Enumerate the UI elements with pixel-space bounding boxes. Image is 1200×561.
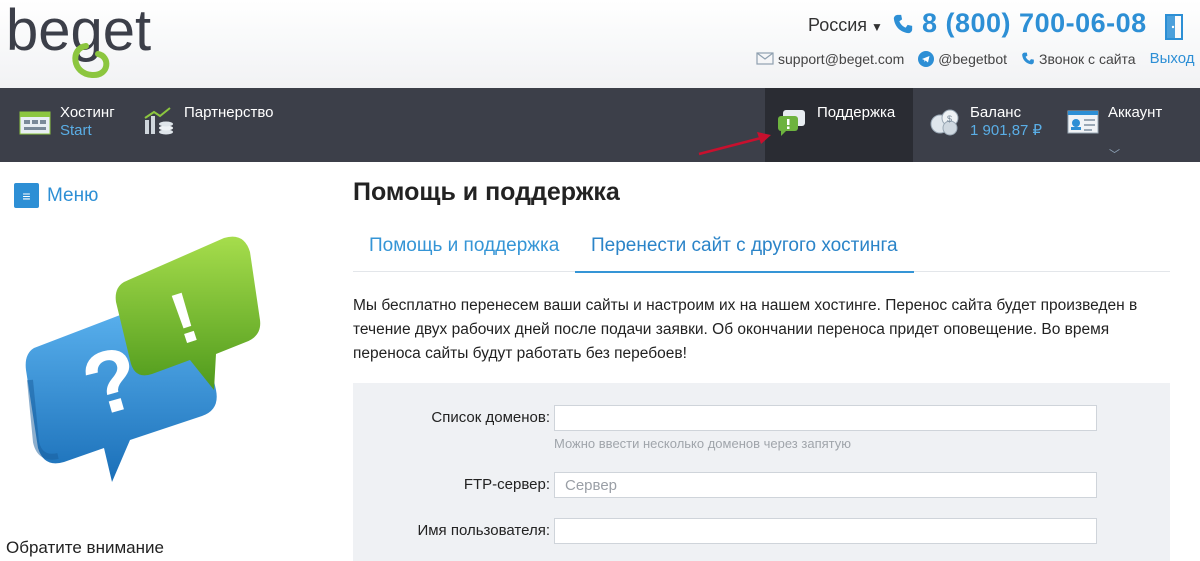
nav-item-hosting[interactable]: Хостинг Start <box>18 88 115 162</box>
nav-support-title: Поддержка <box>817 104 896 121</box>
contacts-row: support@beget.com @begetbot Звонок с сай… <box>756 50 1194 67</box>
phone-number: 8 (800) 700-06-08 <box>922 8 1147 38</box>
menu-icon: ≡ <box>14 183 39 208</box>
main-nav: Хостинг Start Партнерство Поддержка $ Ба… <box>0 88 1200 162</box>
region-label: Россия <box>808 15 868 35</box>
phone-icon <box>893 14 913 33</box>
red-arrow-annotation <box>698 132 771 156</box>
support-chat-icon <box>778 110 805 136</box>
nav-balance-title: Баланс <box>970 104 1022 121</box>
menu-label: Меню <box>47 184 99 206</box>
logo-graphic: beget <box>6 4 151 78</box>
page-title: Помощь и поддержка <box>353 178 620 206</box>
username-label: Имя пользователя: <box>417 522 550 539</box>
beget-logo[interactable]: beget <box>6 4 176 78</box>
phone-small-icon <box>1022 52 1034 65</box>
domains-input[interactable] <box>554 405 1097 431</box>
username-input[interactable] <box>554 518 1097 544</box>
call-text: Звонок с сайта <box>1039 50 1136 67</box>
telegram-text: @begetbot <box>938 50 1007 67</box>
exit-link[interactable]: Выход <box>1150 50 1195 67</box>
top-header: beget Россия ▼ 8 (800) 700-06-08 support… <box>0 0 1200 88</box>
svg-text:$: $ <box>947 114 952 124</box>
domains-hint: Можно ввести несколько доменов через зап… <box>554 436 852 451</box>
menu-button[interactable]: ≡ Меню <box>14 183 98 208</box>
chevron-down-icon[interactable]: ﹀ <box>1109 146 1120 162</box>
envelope-icon <box>756 52 774 65</box>
account-card-icon <box>1067 110 1099 134</box>
nav-balance-value: 1 901,87 ₽ <box>970 122 1043 139</box>
phone-block[interactable]: 8 (800) 700-06-08 <box>892 8 1147 39</box>
caret-down-icon: ▼ <box>871 19 883 34</box>
email-link[interactable]: support@beget.com <box>756 51 904 67</box>
notice-heading: Обратите внимание <box>6 538 164 557</box>
nav-hosting-plan: Start <box>60 122 92 139</box>
domains-label: Список доменов: <box>431 409 550 426</box>
region-selector[interactable]: Россия ▼ <box>808 15 883 36</box>
hosting-icon <box>19 111 51 135</box>
email-text: support@beget.com <box>778 50 905 67</box>
nav-item-support[interactable]: Поддержка <box>765 88 913 162</box>
partner-icon <box>144 107 173 135</box>
tab-transfer-site[interactable]: Перенести сайт с другого хостинга <box>575 222 914 273</box>
tabs-bar: Помощь и поддержка Перенести сайт с друг… <box>353 222 1170 273</box>
nav-partner-title: Партнерство <box>184 104 274 121</box>
nav-item-balance[interactable]: $ Баланс 1 901,87 ₽ <box>928 88 1042 162</box>
nav-hosting-title: Хостинг <box>60 104 115 121</box>
tab-help-support[interactable]: Помощь и поддержка <box>353 222 575 272</box>
nav-account-title: Аккаунт <box>1108 104 1163 121</box>
ftp-server-input[interactable] <box>554 472 1097 498</box>
help-chat-illustration: ? ! <box>25 236 261 482</box>
call-link[interactable]: Звонок с сайта <box>1021 51 1136 67</box>
exit-door-icon[interactable] <box>1163 13 1185 46</box>
transfer-description: Мы бесплатно перенесем ваши сайты и наст… <box>353 297 1138 362</box>
telegram-link[interactable]: @begetbot <box>918 50 1007 67</box>
transfer-form: Список доменов: Можно ввести несколько д… <box>353 383 1170 561</box>
nav-item-partner[interactable]: Партнерство <box>142 88 274 162</box>
telegram-icon <box>918 50 935 67</box>
balance-coins-icon: $ <box>930 109 959 136</box>
ftp-label: FTP-сервер: <box>463 476 550 493</box>
